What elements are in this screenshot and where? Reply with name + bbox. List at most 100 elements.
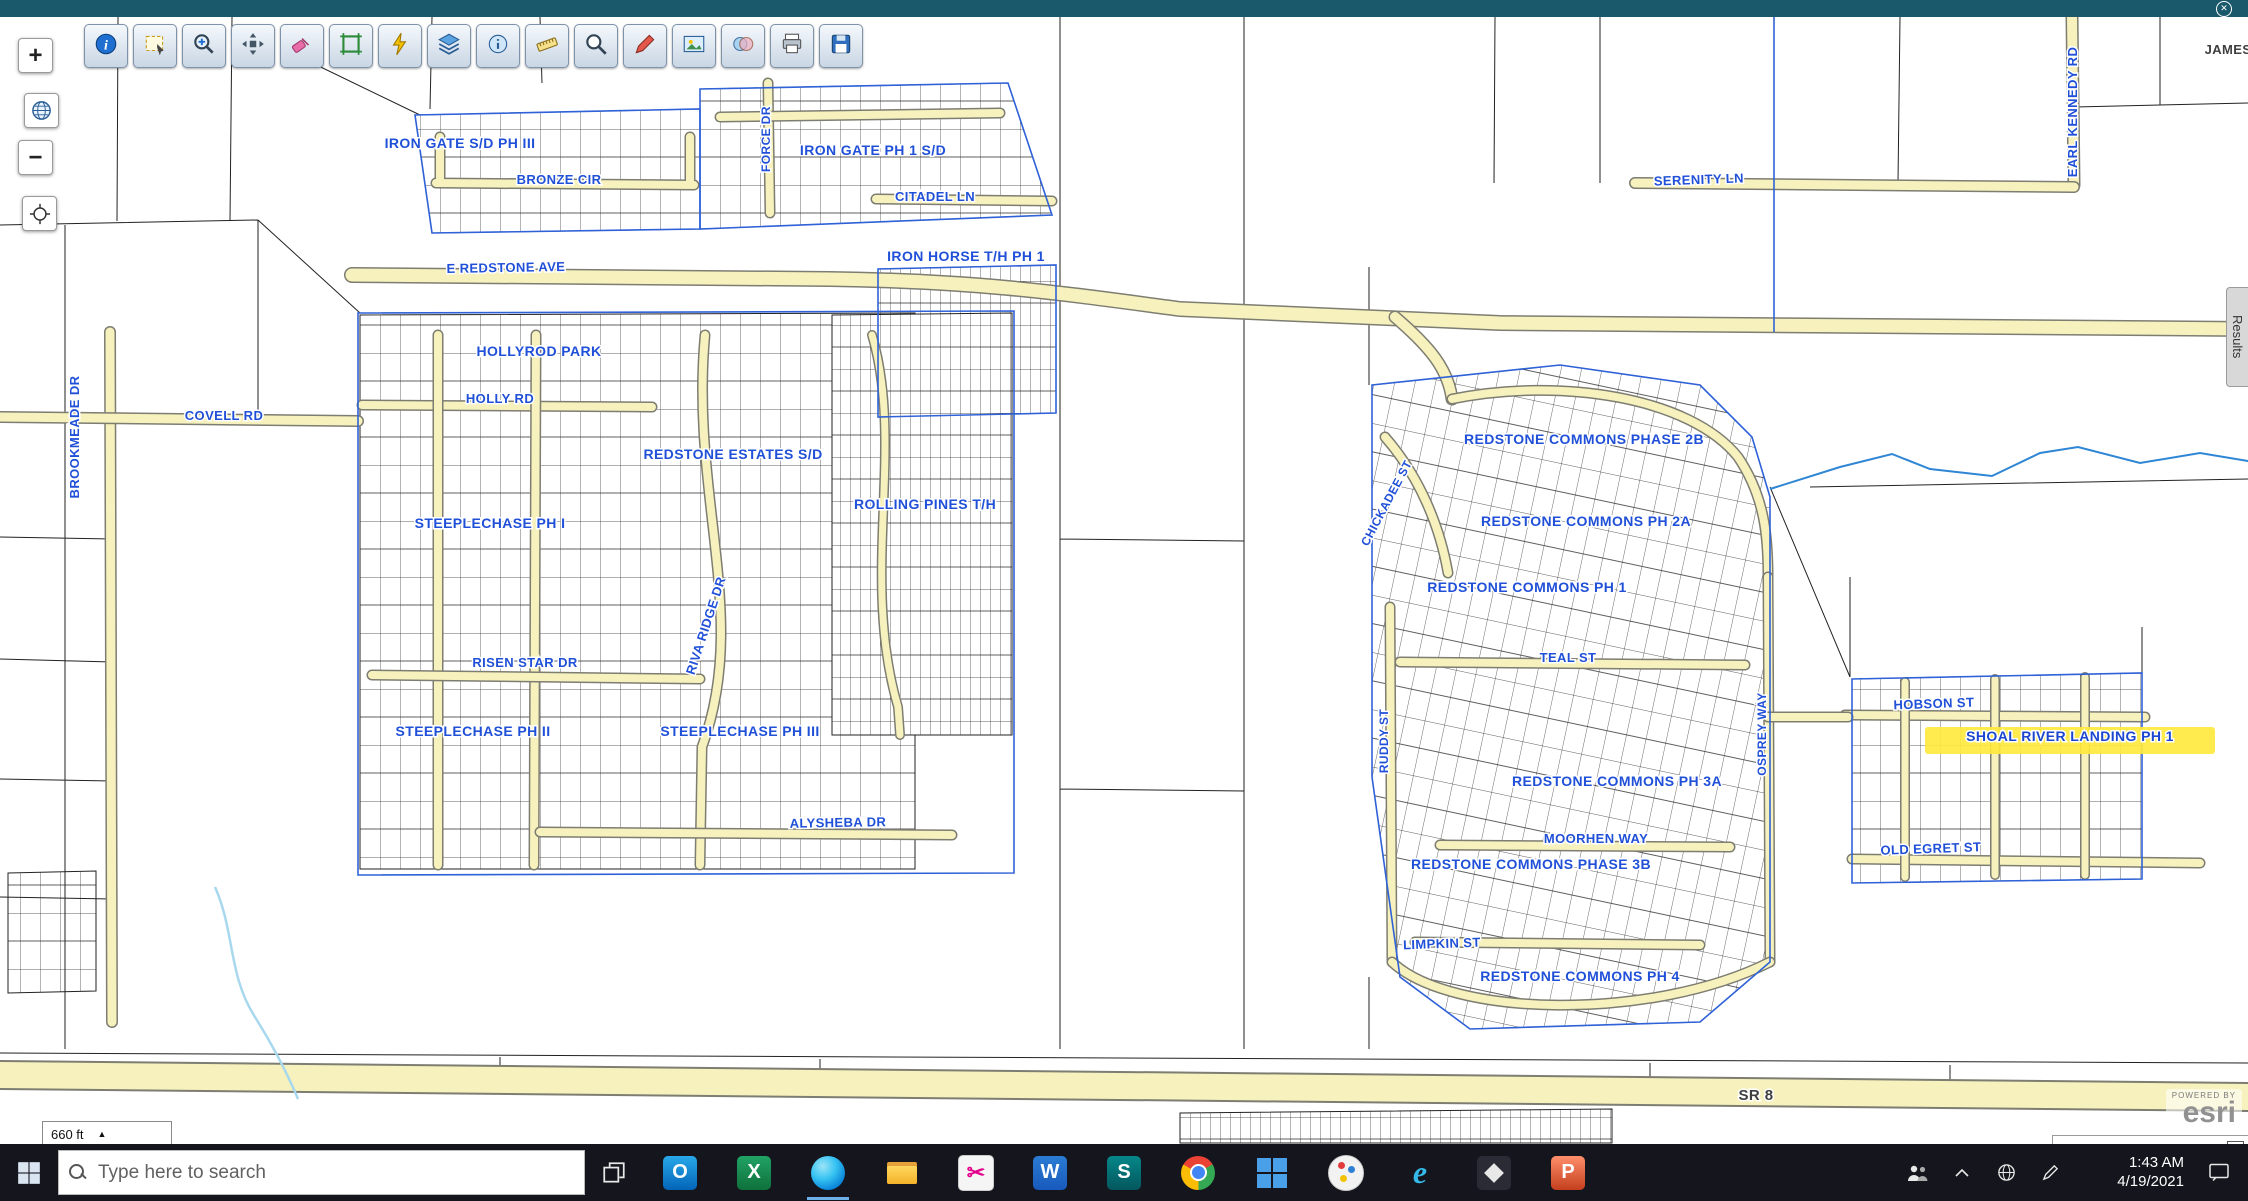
map-label: MOORHEN WAY [1544,831,1648,846]
zoom-out-button[interactable]: − [18,140,53,175]
people-icon [1906,1163,1930,1183]
map-label: IRON GATE S/D PH III [385,135,536,151]
extent-tool-button[interactable] [329,24,373,68]
select-icon [142,31,168,62]
save-tool-button[interactable] [819,24,863,68]
chevron-up-icon [1954,1168,1970,1178]
window-title-bar: ✕ [0,0,2248,17]
map-label: ROLLING PINES T/H [854,496,996,512]
extent-icon [338,31,364,62]
info-tool-button[interactable]: i [84,24,128,68]
overlay-tool-button[interactable] [721,24,765,68]
map-label: IRON HORSE T/H PH 1 [887,248,1045,264]
map-label: TEAL ST [1540,650,1597,665]
chrome-taskbar-button[interactable] [1161,1144,1235,1201]
sharepoint-icon: S [1107,1156,1141,1190]
map-toolbar: i [84,24,863,68]
edge-taskbar-button[interactable] [791,1144,865,1201]
draw-tool-button[interactable] [623,24,667,68]
grid-app-taskbar-button[interactable] [1235,1144,1309,1201]
excel-taskbar-button[interactable]: X [717,1144,791,1201]
erase-icon [289,31,315,62]
windows-logo-icon [16,1160,42,1186]
map-label: STEEPLECHASE PH III [660,723,819,739]
people-button[interactable] [1896,1144,1940,1201]
identify-icon [485,31,511,62]
measure-tool-button[interactable] [525,24,569,68]
paint-taskbar-button[interactable] [1309,1144,1383,1201]
pen-icon [2041,1163,2060,1182]
map-label: IRON GATE PH 1 S/D [800,142,946,158]
pan-icon [240,31,266,62]
search-tool-button[interactable] [574,24,618,68]
esri-logo: esri [2183,1096,2236,1129]
map-label: SERENITY LN [1654,170,1745,188]
globe-button[interactable] [24,93,59,128]
erase-tool-button[interactable] [280,24,324,68]
photos-taskbar-button[interactable] [1457,1144,1531,1201]
taskbar-clock[interactable]: 1:43 AM 4/19/2021 [2072,1154,2190,1192]
snip-icon: ✂ [958,1155,994,1191]
paint-icon [1328,1155,1364,1191]
map-label: SR 8 [1739,1087,1774,1104]
outlook-taskbar-button[interactable]: O [643,1144,717,1201]
globe-icon [30,99,53,122]
flash-tool-button[interactable] [378,24,422,68]
powerpoint-taskbar-button[interactable]: P [1531,1144,1605,1201]
map-label: SHOAL RIVER LANDING PH 1 [1966,728,2174,744]
word-taskbar-button[interactable]: W [1013,1144,1087,1201]
print-tool-button[interactable] [770,24,814,68]
outlook-icon: O [663,1156,697,1190]
zoom-box-icon [191,31,217,62]
select-tool-button[interactable] [133,24,177,68]
action-center-icon [2208,1162,2230,1183]
action-center-button[interactable] [2190,1144,2248,1201]
image-tool-button[interactable] [672,24,716,68]
map-label: LIMPKIN ST [1403,935,1481,953]
explorer-taskbar-button[interactable] [865,1144,939,1201]
parcel-map[interactable]: IRON GATE S/D PH IIIBRONZE CIRIRON GATE … [0,17,2248,1144]
chrome-icon [1181,1156,1215,1190]
pan-tool-button[interactable] [231,24,275,68]
identify-tool-button[interactable] [476,24,520,68]
pen-button[interactable] [2028,1144,2072,1201]
map-label: STEEPLECHASE PH I [415,515,566,531]
scale-arrow-icon: ▲ [98,1129,107,1139]
network-button[interactable] [1984,1144,2028,1201]
map-label: BROOKMEADE DR [67,375,82,498]
task-view-button[interactable] [585,1144,643,1201]
scale-label: 660 ft [51,1127,84,1142]
map-label: REDSTONE COMMONS PH 4 [1480,968,1680,984]
flash-icon [387,31,413,62]
map-label: COVELL RD [185,408,263,423]
powerpoint-icon: P [1551,1156,1585,1190]
grid-app-icon [1255,1156,1289,1190]
start-button[interactable] [0,1144,58,1201]
snip-taskbar-button[interactable]: ✂ [939,1144,1013,1201]
map-label: CITADEL LN [895,189,975,204]
map-label: STEEPLECHASE PH II [395,723,550,739]
window-close-icon[interactable]: ✕ [2216,1,2232,17]
map-label: REDSTONE COMMONS PH 1 [1427,579,1627,595]
tray-expand-button[interactable] [1940,1144,1984,1201]
taskbar-search[interactable] [58,1150,585,1195]
svg-text:i: i [104,37,108,53]
map-label: RISEN STAR DR [472,655,578,670]
results-tab[interactable]: Results [2226,287,2248,387]
search-input[interactable] [96,1161,574,1185]
search-icon [583,31,609,62]
layers-tool-button[interactable] [427,24,471,68]
photos-icon [1477,1156,1511,1190]
map-label: HOLLY RD [466,391,534,406]
map-label: HOLLYROD PARK [477,343,602,359]
zoom-in-button[interactable]: + [18,38,53,73]
ie-taskbar-button[interactable]: e [1383,1144,1457,1201]
zoom-box-tool-button[interactable] [182,24,226,68]
sharepoint-taskbar-button[interactable]: S [1087,1144,1161,1201]
word-icon: W [1033,1156,1067,1190]
print-icon [779,31,805,62]
save-icon [828,31,854,62]
map-viewport[interactable]: IRON GATE S/D PH IIIBRONZE CIRIRON GATE … [0,17,2248,1144]
locate-button[interactable] [22,196,57,231]
map-label: ALYSHEBA DR [789,814,886,831]
